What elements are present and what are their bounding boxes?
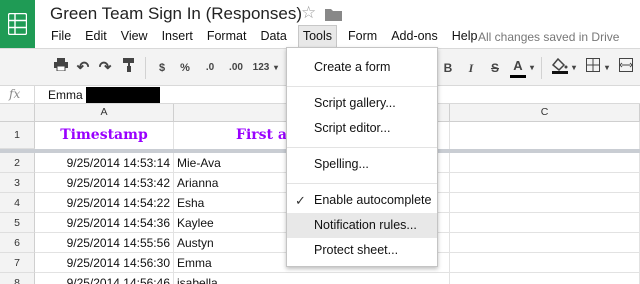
header-cell-timestamp[interactable]: Timestamp bbox=[35, 122, 174, 149]
menu-bar: File Edit View Insert Format Data Tools Form Add… bbox=[48, 25, 488, 47]
timestamp-cell[interactable]: 9/25/2014 14:53:42 bbox=[35, 173, 174, 193]
menu-add-ons[interactable]: Add-ons bbox=[388, 25, 441, 47]
save-status: All changes saved in Drive bbox=[478, 30, 620, 44]
row-header-7[interactable]: 7 bbox=[0, 253, 35, 273]
empty-cell[interactable] bbox=[450, 273, 640, 284]
menu-data[interactable]: Data bbox=[257, 25, 289, 47]
print-icon[interactable] bbox=[52, 58, 70, 78]
row-header-1[interactable]: 1 bbox=[0, 122, 35, 149]
undo-icon[interactable]: ↶ bbox=[74, 58, 92, 78]
redaction-block bbox=[86, 87, 160, 103]
menu-edit[interactable]: Edit bbox=[82, 25, 110, 47]
row-header-8[interactable]: 8 bbox=[0, 273, 35, 284]
column-header-a[interactable]: A bbox=[35, 104, 174, 122]
menu-item-script-editor[interactable]: Script editor... bbox=[287, 116, 437, 141]
timestamp-cell[interactable]: 9/25/2014 14:55:56 bbox=[35, 233, 174, 253]
tools-dropdown-menu: Create a form Script gallery... Script e… bbox=[286, 47, 438, 267]
formula-input[interactable]: Emma bbox=[48, 88, 83, 102]
menu-item-spelling[interactable]: Spelling... bbox=[287, 152, 437, 177]
chevron-down-icon[interactable]: ▾ bbox=[570, 58, 578, 78]
menu-tools[interactable]: Tools bbox=[297, 25, 338, 47]
row-header-5[interactable]: 5 bbox=[0, 213, 35, 233]
folder-icon[interactable] bbox=[325, 8, 342, 24]
row-header-4[interactable]: 4 bbox=[0, 193, 35, 213]
strikethrough-button[interactable]: S bbox=[488, 58, 502, 78]
menu-separator bbox=[287, 147, 437, 148]
paint-format-icon[interactable] bbox=[120, 58, 138, 78]
menu-item-notification-rules[interactable]: Notification rules... bbox=[287, 213, 437, 238]
increase-decimals-button[interactable]: .00 bbox=[224, 58, 248, 78]
menu-help[interactable]: Help bbox=[449, 25, 481, 47]
timestamp-cell[interactable]: 9/25/2014 14:53:14 bbox=[35, 153, 174, 173]
timestamp-cell[interactable]: 9/25/2014 14:56:46 bbox=[35, 273, 174, 284]
menu-item-label: Enable autocomplete bbox=[314, 193, 432, 207]
menu-view[interactable]: View bbox=[118, 25, 151, 47]
more-formats-button[interactable]: 123 bbox=[250, 58, 272, 78]
chevron-down-icon[interactable]: ▾ bbox=[271, 58, 281, 78]
redo-icon[interactable]: ↷ bbox=[96, 58, 114, 78]
chevron-down-icon[interactable]: ▾ bbox=[603, 58, 611, 78]
row-header-2[interactable]: 2 bbox=[0, 153, 35, 173]
timestamp-cell[interactable]: 9/25/2014 14:54:36 bbox=[35, 213, 174, 233]
column-header-c[interactable]: C bbox=[450, 104, 640, 122]
chevron-down-icon[interactable]: ▾ bbox=[528, 58, 536, 78]
menu-format[interactable]: Format bbox=[204, 25, 250, 47]
empty-cell[interactable] bbox=[450, 233, 640, 253]
menu-file[interactable]: File bbox=[48, 25, 74, 47]
menu-insert[interactable]: Insert bbox=[159, 25, 196, 47]
fill-color-icon[interactable] bbox=[551, 57, 569, 78]
empty-cell[interactable] bbox=[450, 213, 640, 233]
document-title[interactable]: Green Team Sign In (Responses) bbox=[50, 4, 302, 24]
select-all-corner[interactable] bbox=[0, 104, 35, 122]
formula-divider bbox=[34, 86, 35, 104]
timestamp-cell[interactable]: 9/25/2014 14:56:30 bbox=[35, 253, 174, 273]
toolbar-separator bbox=[541, 57, 542, 79]
currency-button[interactable]: $ bbox=[155, 58, 169, 78]
decrease-decimals-button[interactable]: .0 bbox=[199, 58, 221, 78]
menu-separator bbox=[287, 86, 437, 87]
menu-item-create-form[interactable]: Create a form bbox=[287, 55, 437, 80]
borders-icon[interactable] bbox=[584, 58, 602, 78]
percent-button[interactable]: % bbox=[177, 58, 193, 78]
italic-button[interactable]: I bbox=[465, 58, 477, 78]
checkmark-icon: ✓ bbox=[295, 193, 306, 208]
row-header-6[interactable]: 6 bbox=[0, 233, 35, 253]
title-bar: Green Team Sign In (Responses) ☆ File Edi… bbox=[0, 0, 640, 48]
empty-cell[interactable] bbox=[450, 253, 640, 273]
header-cell-c[interactable] bbox=[450, 122, 640, 149]
fx-icon: fx bbox=[9, 87, 21, 101]
menu-item-enable-autocomplete[interactable]: ✓ Enable autocomplete bbox=[287, 188, 437, 213]
empty-cell[interactable] bbox=[450, 173, 640, 193]
menu-item-protect-sheet[interactable]: Protect sheet... bbox=[287, 238, 437, 263]
bold-button[interactable]: B bbox=[441, 58, 455, 78]
toolbar-separator bbox=[145, 57, 146, 79]
timestamp-cell[interactable]: 9/25/2014 14:54:22 bbox=[35, 193, 174, 213]
menu-item-script-gallery[interactable]: Script gallery... bbox=[287, 91, 437, 116]
text-color-button[interactable]: A bbox=[510, 58, 526, 78]
menu-form[interactable]: Form bbox=[345, 25, 380, 47]
name-cell[interactable]: isabella bbox=[174, 273, 450, 284]
sheets-logo-icon[interactable] bbox=[0, 0, 35, 48]
empty-cell[interactable] bbox=[450, 153, 640, 173]
menu-separator bbox=[287, 183, 437, 184]
row-header-3[interactable]: 3 bbox=[0, 173, 35, 193]
merge-cells-icon[interactable] bbox=[617, 58, 635, 78]
empty-cell[interactable] bbox=[450, 193, 640, 213]
star-icon[interactable]: ☆ bbox=[301, 3, 316, 23]
